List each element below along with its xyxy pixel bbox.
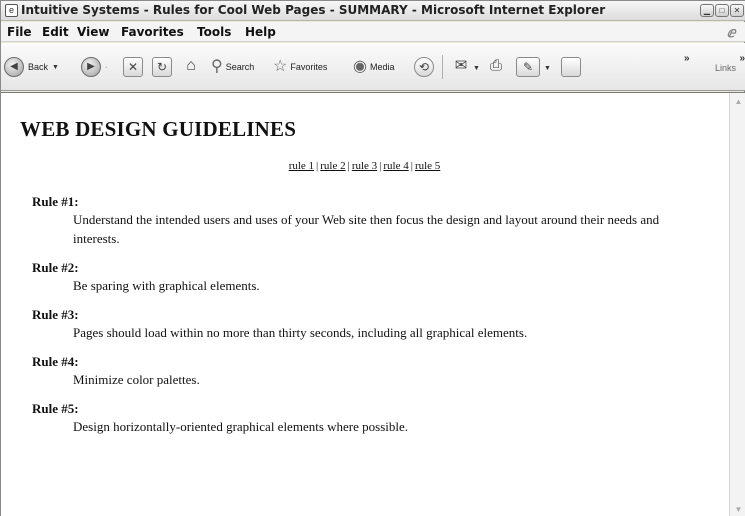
rule-item: Rule #1: Understand the intended users a… (32, 193, 702, 248)
favorites-button[interactable]: ☆ Favorites (273, 56, 327, 78)
edit-icon[interactable]: ✎ (516, 57, 540, 77)
rule-nav: rule 1 | rule 2 | rule 3 | rule 4 | rule 5 (1, 160, 728, 172)
menu-view[interactable]: View (77, 25, 109, 39)
history-icon[interactable]: ⟲ (414, 57, 434, 77)
windows-logo-icon: ⅇ (726, 24, 736, 40)
rule-item: Rule #3: Pages should load within no mor… (32, 306, 702, 342)
toolbar-overflow-icon[interactable]: » (684, 53, 690, 64)
media-icon: ◉ (353, 58, 367, 75)
rule-item: Rule #5: Design horizontally-oriented gr… (32, 400, 702, 436)
rule-item: Rule #2: Be sparing with graphical eleme… (32, 259, 702, 295)
print-icon[interactable]: ⎙ (486, 57, 506, 77)
nav-separator: | (379, 160, 382, 172)
toolbar: ◀ Back ▼ ▶ · ✕ ↻ ⌂ ⚲ Search ☆ Favorites … (1, 43, 745, 91)
search-label: Search (225, 62, 255, 72)
menu-help[interactable]: Help (245, 25, 276, 39)
minimize-button[interactable]: ▁ (700, 4, 714, 17)
search-icon: ⚲ (211, 58, 223, 75)
mail-dropdown-icon[interactable]: ▼ (473, 65, 480, 72)
page-title: WEB DESIGN GUIDELINES (20, 117, 297, 141)
nav-separator: | (316, 160, 319, 172)
forward-dropdown-icon[interactable]: · (105, 64, 107, 71)
browser-window: e Intuitive Systems - Rules for Cool Web… (0, 0, 745, 516)
forward-icon[interactable]: ▶ (81, 57, 101, 77)
nav-separator: | (410, 160, 413, 172)
rule-text: Minimize color palettes. (73, 372, 200, 387)
back-dropdown-icon[interactable]: ▼ (52, 64, 59, 71)
rule-heading: Rule #4: (32, 354, 79, 369)
stop-icon[interactable]: ✕ (123, 57, 143, 77)
web-page: WEB DESIGN GUIDELINES rule 1 | rule 2 | rule… (1, 93, 728, 516)
rule-link-4[interactable]: rule 4 (383, 160, 408, 172)
ie-page-icon: e (5, 4, 18, 17)
media-label: Media (369, 62, 395, 72)
scroll-down-icon[interactable]: ▼ (733, 504, 744, 515)
favorites-label: Favorites (290, 62, 328, 72)
rule-heading: Rule #2: (32, 260, 79, 275)
edit-dropdown-icon[interactable]: ▼ (544, 65, 551, 72)
vertical-scrollbar[interactable]: ▲ ▼ (729, 93, 745, 516)
mail-icon[interactable]: ✉ (451, 57, 471, 77)
rule-item: Rule #4: Minimize color palettes. (32, 353, 702, 389)
back-label: Back (28, 62, 49, 72)
window-title: Intuitive Systems - Rules for Cool Web P… (21, 3, 606, 17)
menu-bar: File Edit View Favorites Tools Help ⅇ (1, 22, 745, 42)
rule-heading: Rule #3: (32, 307, 79, 322)
rule-text: Pages should load within no more than th… (73, 325, 528, 340)
home-icon[interactable]: ⌂ (181, 57, 201, 77)
search-button[interactable]: ⚲ Search (211, 56, 254, 78)
close-button[interactable]: ✕ (730, 4, 744, 17)
rule-link-3[interactable]: rule 3 (352, 160, 377, 172)
nav-separator: | (347, 160, 350, 172)
rule-heading: Rule #1: (32, 194, 79, 209)
links-label[interactable]: Links (715, 63, 736, 73)
back-button[interactable]: ◀ Back ▼ (4, 56, 59, 78)
rule-heading: Rule #5: (32, 401, 79, 416)
rule-link-5[interactable]: rule 5 (415, 160, 440, 172)
rules-list: Rule #1: Understand the intended users a… (32, 193, 702, 447)
maximize-button[interactable]: □ (715, 4, 729, 17)
rule-text: Be sparing with graphical elements. (73, 278, 260, 293)
rule-text: Understand the intended users and uses o… (73, 212, 660, 246)
menu-favorites[interactable]: Favorites (121, 25, 184, 39)
menu-file[interactable]: File (7, 25, 32, 39)
menu-edit[interactable]: Edit (42, 25, 69, 39)
scroll-up-icon[interactable]: ▲ (733, 96, 744, 107)
rule-link-1[interactable]: rule 1 (289, 160, 314, 172)
rule-link-2[interactable]: rule 2 (320, 160, 345, 172)
media-button[interactable]: ◉ Media (353, 56, 394, 78)
refresh-icon[interactable]: ↻ (152, 57, 172, 77)
favorites-star-icon: ☆ (273, 58, 288, 75)
toolbar-separator (442, 55, 443, 79)
rule-text: Design horizontally-oriented graphical e… (73, 419, 409, 434)
back-icon: ◀ (4, 57, 24, 77)
title-bar: e Intuitive Systems - Rules for Cool Web… (1, 1, 745, 21)
content-viewport: WEB DESIGN GUIDELINES rule 1 | rule 2 | rule… (1, 92, 745, 516)
links-overflow-icon[interactable]: » (739, 53, 745, 64)
menu-tools[interactable]: Tools (197, 25, 231, 39)
discuss-icon[interactable] (561, 57, 581, 77)
window-controls: ▁ □ ✕ (700, 4, 744, 17)
